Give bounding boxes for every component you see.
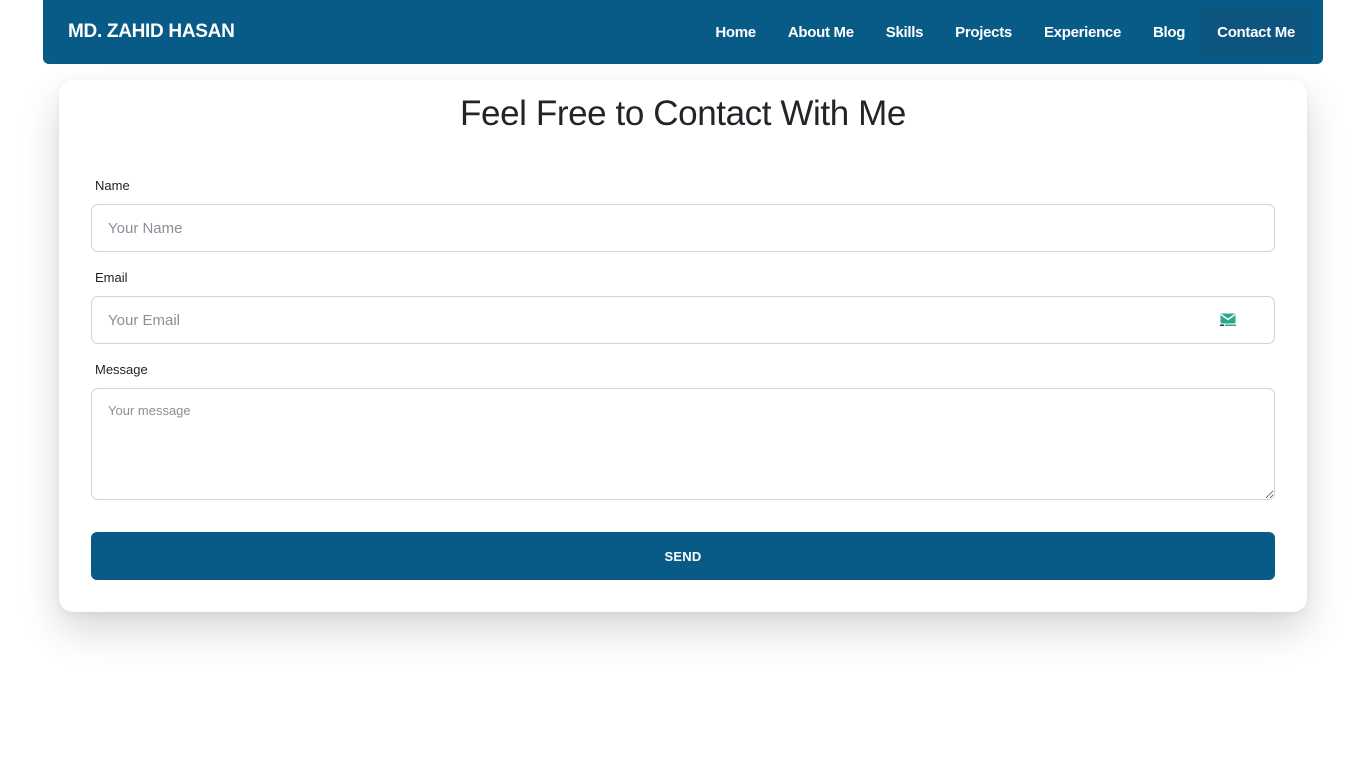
nav-links: Home About Me Skills Projects Experience… (699, 0, 1311, 64)
navbar: MD. ZAHID HASAN Home About Me Skills Pro… (43, 0, 1323, 64)
nav-item-home[interactable]: Home (699, 9, 771, 55)
message-textarea[interactable] (91, 388, 1275, 500)
send-button[interactable]: SEND (91, 532, 1275, 580)
name-input[interactable] (91, 204, 1275, 252)
mail-icon[interactable] (1220, 313, 1236, 327)
nav-item-experience[interactable]: Experience (1028, 9, 1137, 55)
nav-item-about-me[interactable]: About Me (772, 9, 870, 55)
contact-title: Feel Free to Contact With Me (460, 94, 906, 133)
contact-card: Feel Free to Contact With Me Name Email … (59, 80, 1307, 612)
email-label: Email (95, 270, 128, 285)
email-input[interactable] (91, 296, 1275, 344)
nav-item-contact-me[interactable]: Contact Me (1201, 9, 1311, 55)
message-label: Message (95, 362, 148, 377)
nav-item-skills[interactable]: Skills (870, 9, 939, 55)
nav-item-projects[interactable]: Projects (939, 9, 1028, 55)
name-label: Name (95, 178, 130, 193)
nav-item-blog[interactable]: Blog (1137, 9, 1201, 55)
brand-logo[interactable]: MD. ZAHID HASAN (68, 21, 235, 43)
